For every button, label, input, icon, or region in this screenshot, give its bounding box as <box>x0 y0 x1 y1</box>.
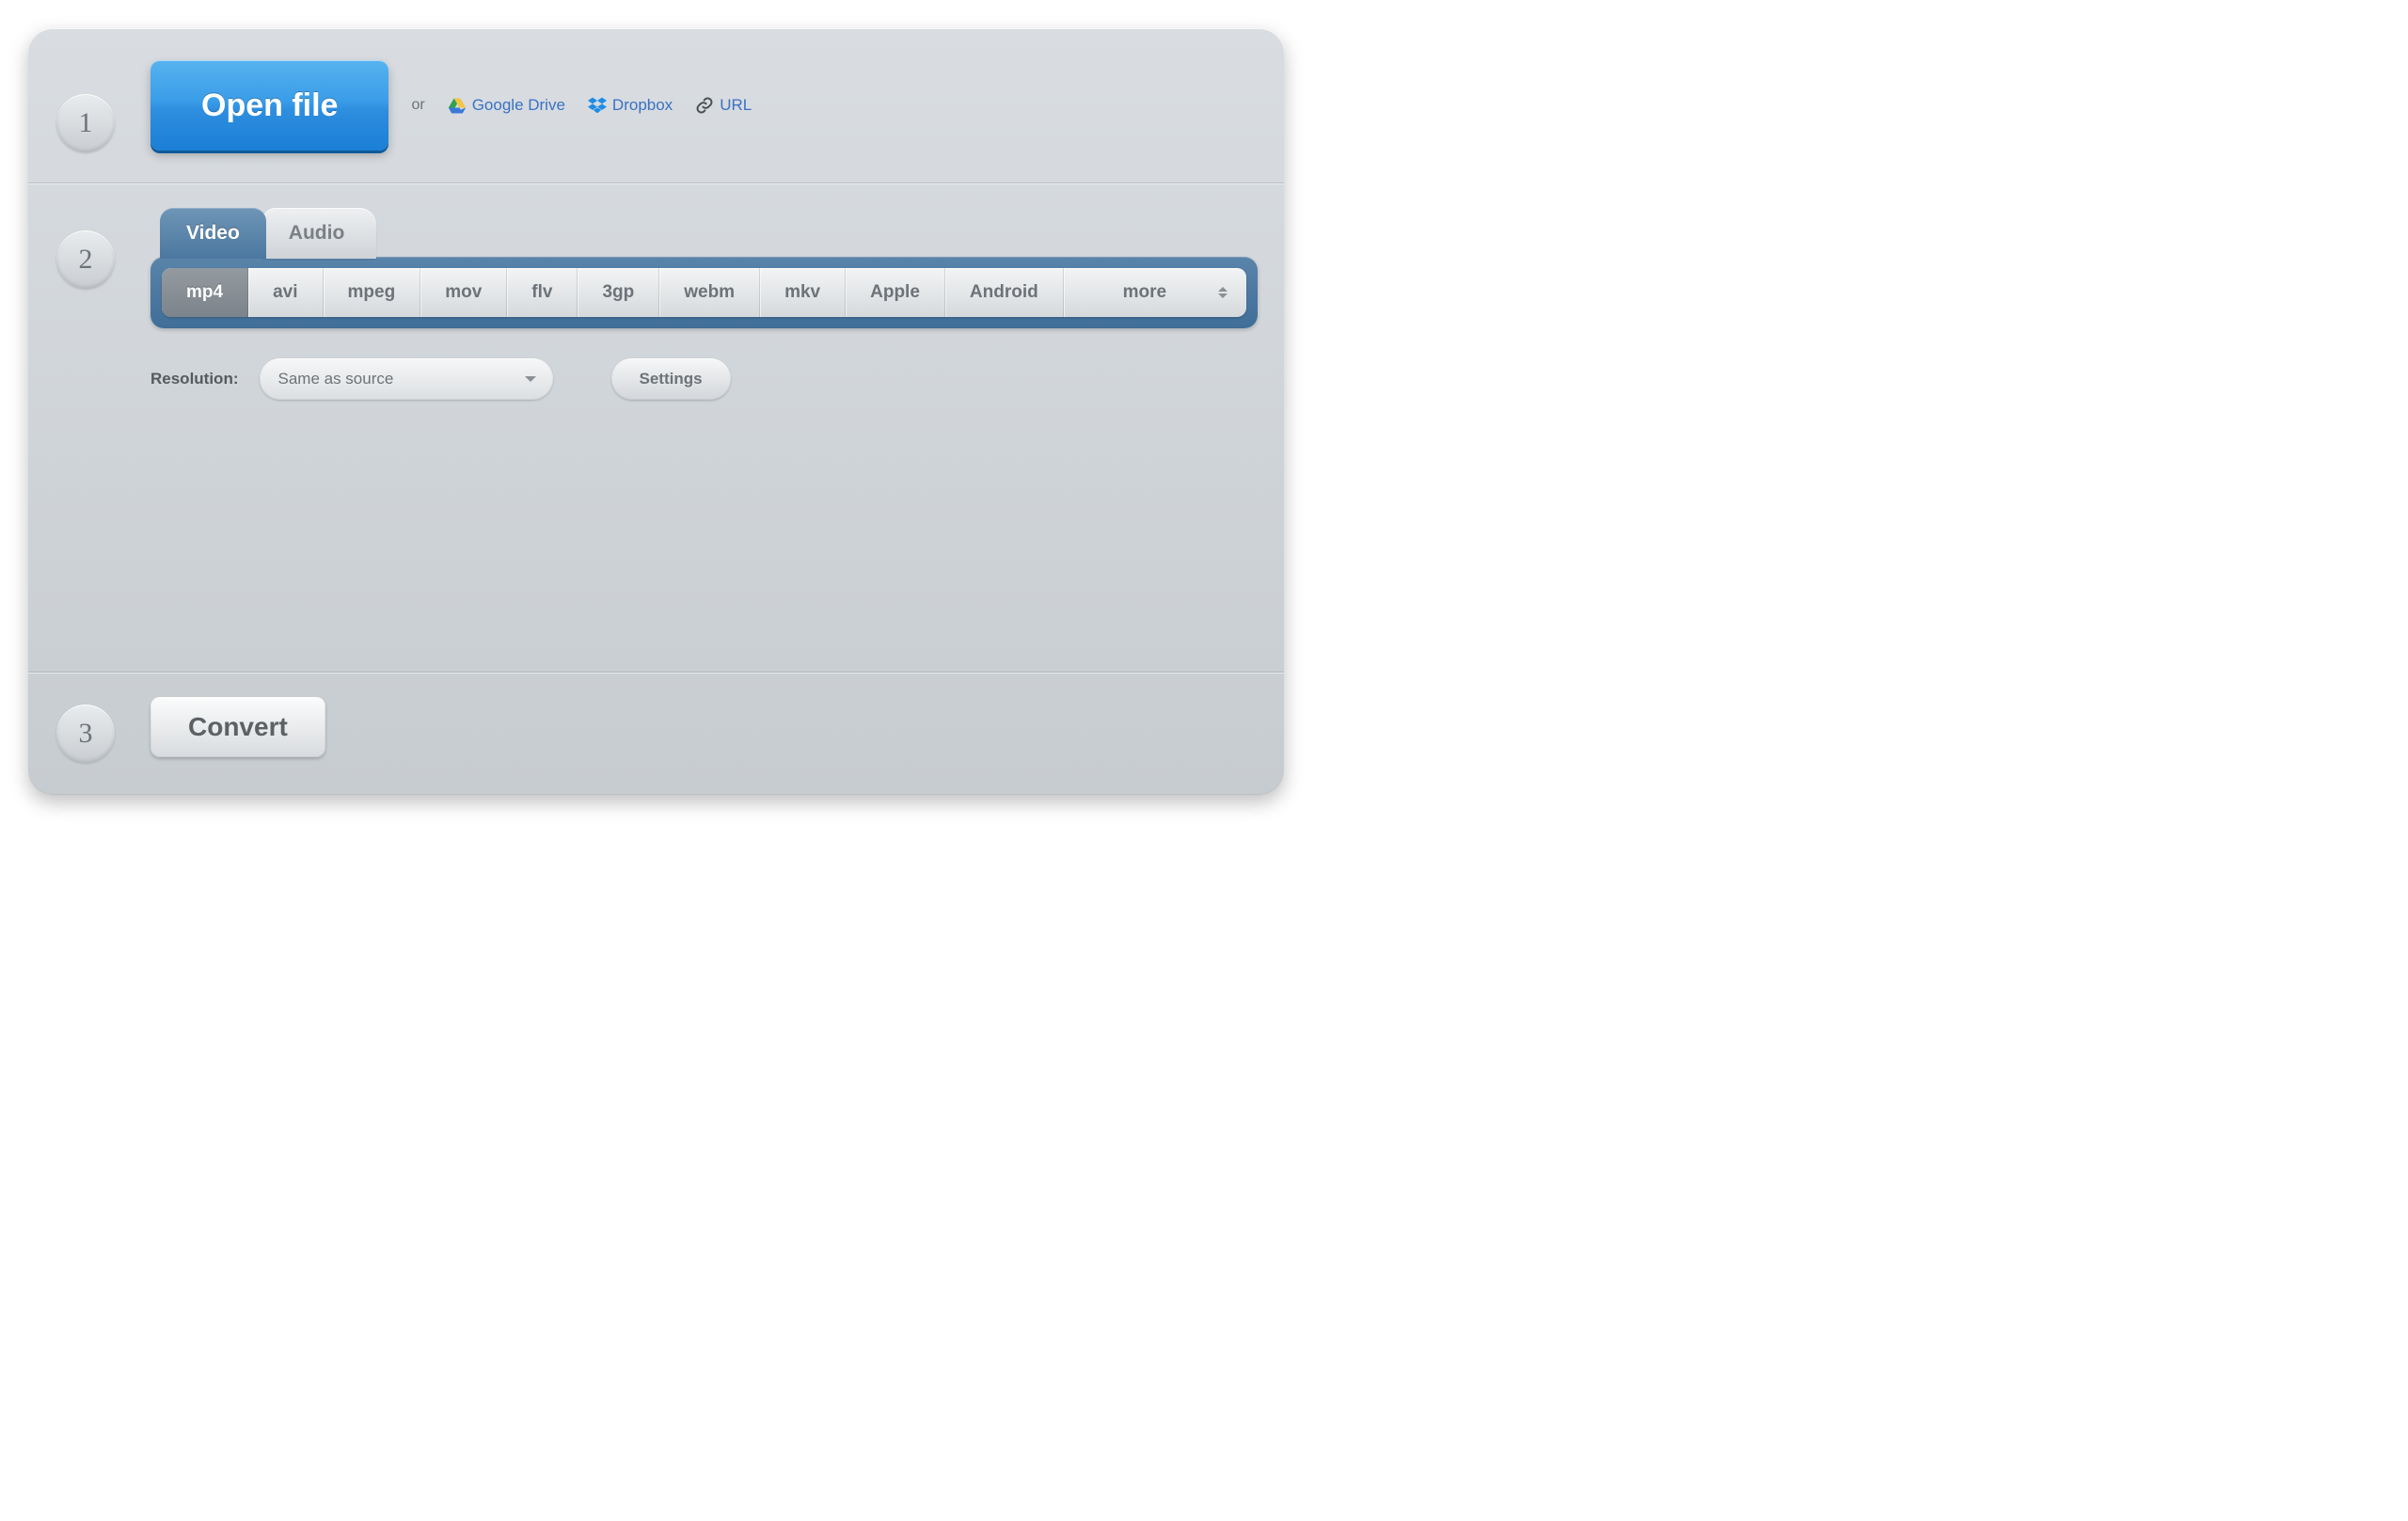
step-3-badge: 3 <box>56 705 115 763</box>
google-drive-icon <box>448 96 467 115</box>
resolution-select[interactable]: Same as source <box>260 358 553 400</box>
step-1-section: 1 Open file or Google Drive <box>28 28 1284 182</box>
convert-button[interactable]: Convert <box>150 697 325 757</box>
resolution-value: Same as source <box>278 370 394 388</box>
format-bar: mp4avimpegmovflv3gpwebmmkvAppleAndroid mo… <box>162 268 1246 317</box>
format-mpeg[interactable]: mpeg <box>324 268 421 317</box>
step-1-badge: 1 <box>56 94 115 152</box>
dropbox-link[interactable]: Dropbox <box>588 96 673 115</box>
open-file-button[interactable]: Open file <box>150 60 388 151</box>
step-2-section: 2 Video Audio mp4avimpegmovflv3gpwebmmkv… <box>28 182 1284 672</box>
dropbox-icon <box>588 96 607 115</box>
format-apple[interactable]: Apple <box>846 268 945 317</box>
format-mp4[interactable]: mp4 <box>162 268 248 317</box>
tab-video[interactable]: Video <box>160 208 266 259</box>
format-3gp[interactable]: 3gp <box>578 268 659 317</box>
google-drive-label: Google Drive <box>472 96 565 115</box>
step-2-badge: 2 <box>56 230 115 289</box>
converter-panel: 1 Open file or Google Drive <box>28 28 1284 795</box>
format-more-label: more <box>1123 282 1166 303</box>
dropbox-label: Dropbox <box>612 96 673 115</box>
format-mkv[interactable]: mkv <box>760 268 846 317</box>
format-flv[interactable]: flv <box>507 268 578 317</box>
sort-icon <box>1216 284 1229 301</box>
open-row: Open file or Google Drive <box>150 60 1258 151</box>
google-drive-link[interactable]: Google Drive <box>448 96 565 115</box>
format-bar-outer: mp4avimpegmovflv3gpwebmmkvAppleAndroid mo… <box>150 257 1258 328</box>
or-text: or <box>411 97 424 114</box>
settings-button[interactable]: Settings <box>611 358 731 400</box>
format-mov[interactable]: mov <box>420 268 507 317</box>
format-webm[interactable]: webm <box>659 268 760 317</box>
url-label: URL <box>720 96 752 115</box>
resolution-label: Resolution: <box>150 370 239 388</box>
format-tabs-wrap: Video Audio mp4avimpegmovflv3gpwebmmkvAp… <box>150 208 1258 328</box>
tab-row: Video Audio <box>150 208 1258 259</box>
resolution-row: Resolution: Same as source Settings <box>150 358 1258 400</box>
tab-audio[interactable]: Audio <box>262 208 376 259</box>
link-icon <box>695 96 714 115</box>
chevron-down-icon <box>525 376 536 382</box>
format-more[interactable]: more <box>1064 268 1246 317</box>
format-avi[interactable]: avi <box>248 268 323 317</box>
step-3-section: 3 Convert <box>28 672 1284 795</box>
format-android[interactable]: Android <box>945 268 1064 317</box>
url-link[interactable]: URL <box>695 96 752 115</box>
